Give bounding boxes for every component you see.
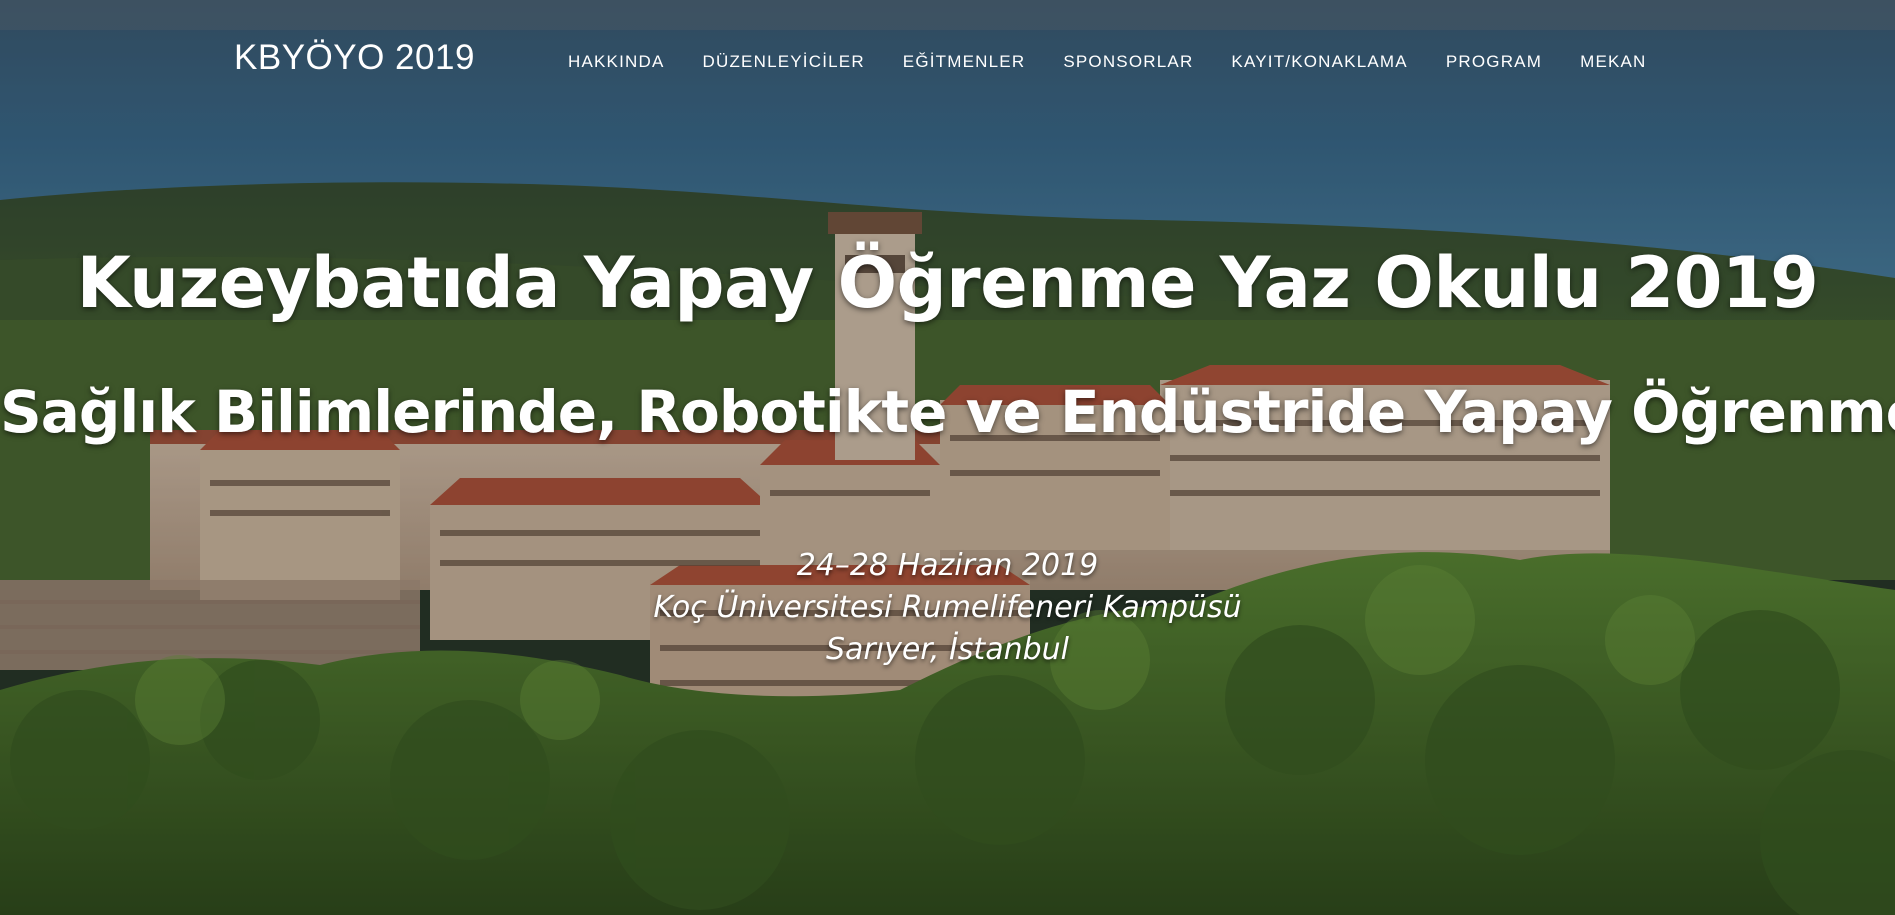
hero-subtitle: Sağlık Bilimlerinde, Robotikte ve Endüst… [0, 378, 1895, 446]
nav-menu: HAKKINDA DÜZENLEYİCİLER EĞİTMENLER SPONS… [568, 52, 1647, 72]
background-dim-overlay [0, 0, 1895, 915]
nav-item: DÜZENLEYİCİLER [703, 52, 865, 72]
nav-item: MEKAN [1580, 52, 1646, 72]
event-location: Sarıyer, İstanbul [826, 632, 1069, 667]
hero-section: KBYÖYO 2019 HAKKINDA DÜZENLEYİCİLER EĞİT… [0, 0, 1895, 915]
nav-item: EĞİTMENLER [903, 52, 1026, 72]
nav-link-kayit-konaklama[interactable]: KAYIT/KONAKLAMA [1231, 52, 1407, 71]
nav-link-egitmenler[interactable]: EĞİTMENLER [903, 52, 1026, 71]
event-venue: Koç Üniversitesi Rumelifeneri Kampüsü [653, 590, 1242, 625]
nav-item: KAYIT/KONAKLAMA [1231, 52, 1407, 72]
nav-item: PROGRAM [1446, 52, 1542, 72]
nav-link-hakkinda[interactable]: HAKKINDA [568, 52, 665, 71]
hero-title: Kuzeybatıda Yapay Öğrenme Yaz Okulu 2019 [76, 242, 1819, 324]
event-date: 24–28 Haziran 2019 [796, 548, 1099, 583]
nav-link-sponsorlar[interactable]: SPONSORLAR [1063, 52, 1193, 71]
brand-logo-link[interactable]: KBYÖYO 2019 [234, 38, 475, 78]
nav-item: SPONSORLAR [1063, 52, 1193, 72]
nav-link-program[interactable]: PROGRAM [1446, 52, 1542, 71]
event-details: 24–28 Haziran 2019 Koç Üniversitesi Rume… [0, 545, 1895, 671]
nav-item: HAKKINDA [568, 52, 665, 72]
nav-link-mekan[interactable]: MEKAN [1580, 52, 1646, 71]
nav-link-duzenleyiciler[interactable]: DÜZENLEYİCİLER [703, 52, 865, 71]
top-navbar: KBYÖYO 2019 HAKKINDA DÜZENLEYİCİLER EĞİT… [0, 0, 1895, 125]
